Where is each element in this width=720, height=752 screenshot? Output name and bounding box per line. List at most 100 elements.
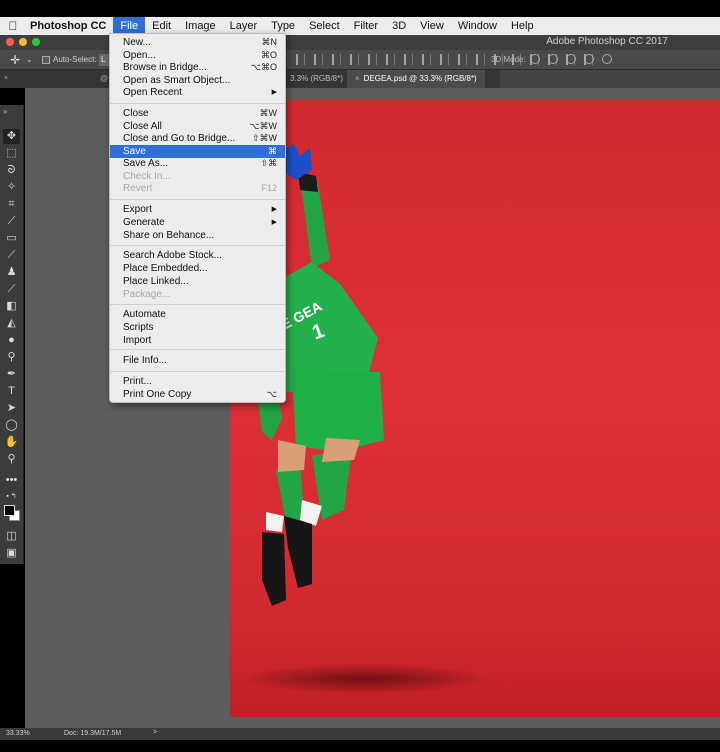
- foreground-color-swatch[interactable]: [4, 505, 15, 516]
- eyedropper-icon[interactable]: ⟋: [3, 214, 20, 229]
- close-window-button[interactable]: [6, 38, 14, 46]
- eraser-icon[interactable]: ◧: [3, 299, 20, 314]
- blur-icon[interactable]: ●: [3, 333, 20, 348]
- tab-document-inactive[interactable]: 3.3% (RGB/8*): [282, 70, 351, 88]
- distribute-right-icon[interactable]: [440, 54, 449, 65]
- ellipse-icon[interactable]: ◯: [3, 418, 20, 433]
- paint-bucket-icon[interactable]: ◭: [3, 316, 20, 331]
- zoom-level[interactable]: 33.33%: [6, 730, 30, 737]
- menu-view[interactable]: View: [413, 17, 451, 35]
- menu-filter[interactable]: Filter: [347, 17, 385, 35]
- quick-mask-icon[interactable]: ◫: [3, 529, 20, 544]
- menu-item-share-behance[interactable]: Share on Behance...: [110, 229, 285, 242]
- menu-item-file-info[interactable]: File Info...: [110, 354, 285, 367]
- menu-3d[interactable]: 3D: [385, 17, 413, 35]
- brush-icon[interactable]: ⟋: [3, 248, 20, 263]
- marquee-icon[interactable]: ⬚: [3, 146, 20, 161]
- menu-item-search-adobe-stock[interactable]: Search Adobe Stock...: [110, 249, 285, 262]
- window-title-bar: Adobe Photoshop CC 2017: [0, 35, 720, 50]
- align-middle-icon[interactable]: [314, 54, 323, 65]
- chevron-down-icon[interactable]: ⌄: [26, 55, 33, 64]
- menu-item-place-linked[interactable]: Place Linked...: [110, 275, 285, 288]
- dodge-icon[interactable]: ⚲: [3, 350, 20, 365]
- doc-size: Doc: 19.3M/17.5M: [64, 730, 122, 737]
- menu-item-open-recent[interactable]: Open Recent ▶: [110, 86, 285, 99]
- menu-item-save-as[interactable]: Save As... ⇧⌘: [110, 157, 285, 170]
- auto-align-icon[interactable]: [458, 54, 467, 65]
- distribute-left-icon[interactable]: [404, 54, 413, 65]
- panel-close-icon[interactable]: ×: [4, 75, 8, 82]
- 3d-scale-icon[interactable]: [602, 54, 612, 64]
- menu-separator: [110, 103, 285, 104]
- apple-icon[interactable]: : [0, 19, 26, 33]
- menu-item-browse-in-bridge[interactable]: Browse in Bridge... ⌥⌘O: [110, 61, 285, 74]
- distribute-center-icon[interactable]: [422, 54, 431, 65]
- 3d-pan-icon[interactable]: [566, 54, 576, 64]
- 3d-slide-icon[interactable]: [584, 54, 594, 64]
- more-tools-icon[interactable]: •••: [3, 473, 20, 488]
- menu-item-new[interactable]: New... ⌘N: [110, 36, 285, 49]
- type-icon[interactable]: T: [3, 384, 20, 399]
- align-bottom-icon[interactable]: [332, 54, 341, 65]
- 3d-orbit-icon[interactable]: [530, 54, 540, 64]
- tab-document-active[interactable]: × DEGEA.psd @ 33.3% (RGB/8*): [347, 70, 485, 88]
- menu-select[interactable]: Select: [302, 17, 347, 35]
- distribute-middle-icon[interactable]: [368, 54, 377, 65]
- menu-item-print[interactable]: Print...: [110, 375, 285, 388]
- menu-item-close-go-bridge[interactable]: Close and Go to Bridge... ⇧⌘W: [110, 132, 285, 145]
- menu-separator: [110, 371, 285, 372]
- menu-item-label: Automate: [123, 309, 166, 320]
- zoom-window-button[interactable]: [32, 38, 40, 46]
- window-title: Adobe Photoshop CC 2017: [546, 36, 668, 47]
- distribute-bottom-icon[interactable]: [386, 54, 395, 65]
- menu-item-import[interactable]: Import: [110, 334, 285, 347]
- menu-item-label: Save: [123, 146, 146, 157]
- menu-help[interactable]: Help: [504, 17, 541, 35]
- screen-mode-icon[interactable]: ▣: [3, 546, 20, 561]
- menu-item-automate[interactable]: Automate: [110, 308, 285, 321]
- 3d-mode-label: 3D Mode:: [491, 55, 526, 64]
- zoom-icon[interactable]: ⚲: [3, 452, 20, 467]
- menu-item-scripts[interactable]: Scripts: [110, 321, 285, 334]
- tab-close-icon[interactable]: ×: [355, 74, 360, 83]
- menu-separator: [110, 349, 285, 350]
- 3d-roll-icon[interactable]: [548, 54, 558, 64]
- lasso-icon[interactable]: ᘐ: [3, 163, 20, 178]
- document-canvas[interactable]: [230, 99, 720, 717]
- status-menu-arrow[interactable]: >: [153, 729, 157, 736]
- hand-icon[interactable]: ✋: [3, 435, 20, 450]
- window-controls: [6, 38, 40, 46]
- menu-item-place-embedded[interactable]: Place Embedded...: [110, 262, 285, 275]
- menu-window[interactable]: Window: [451, 17, 504, 35]
- pen-icon[interactable]: ✒: [3, 367, 20, 382]
- menu-separator: [110, 245, 285, 246]
- collapse-icon[interactable]: »: [3, 107, 7, 116]
- clone-stamp-icon[interactable]: ♟: [3, 265, 20, 280]
- menu-item-shortcut: ⌥: [266, 389, 277, 399]
- menu-item-print-one-copy[interactable]: Print One Copy ⌥: [110, 388, 285, 401]
- distribute-top-icon[interactable]: [350, 54, 359, 65]
- align-extra-icon[interactable]: [476, 54, 485, 65]
- history-brush-icon[interactable]: ⟋: [3, 282, 20, 297]
- auto-select-label: Auto-Select:: [53, 55, 97, 64]
- swap-colors-icon[interactable]: ▪ ↰: [3, 489, 20, 504]
- healing-brush-icon[interactable]: ▭: [3, 231, 20, 246]
- menu-item-shortcut: ⇧⌘: [260, 158, 277, 168]
- auto-select-checkbox[interactable]: [42, 56, 50, 64]
- minimize-window-button[interactable]: [19, 38, 27, 46]
- move-icon[interactable]: ✥: [3, 129, 20, 144]
- menu-separator: [110, 199, 285, 200]
- menu-item-label: File Info...: [123, 355, 167, 366]
- menu-item-label: Revert: [123, 183, 153, 194]
- crop-icon[interactable]: ⌗: [3, 197, 20, 212]
- menu-item-label: Scripts: [123, 322, 154, 333]
- menu-item-close[interactable]: Close ⌘W: [110, 107, 285, 120]
- menu-item-label: Generate: [123, 217, 165, 228]
- menu-item-generate[interactable]: Generate ▶: [110, 216, 285, 229]
- menu-app-name[interactable]: Photoshop CC: [26, 17, 113, 35]
- move-tool-icon[interactable]: ✛: [10, 53, 20, 67]
- path-selection-icon[interactable]: ➤: [3, 401, 20, 416]
- align-top-icon[interactable]: [296, 54, 305, 65]
- menu-item-export[interactable]: Export ▶: [110, 203, 285, 216]
- magic-wand-icon[interactable]: ✧: [3, 180, 20, 195]
